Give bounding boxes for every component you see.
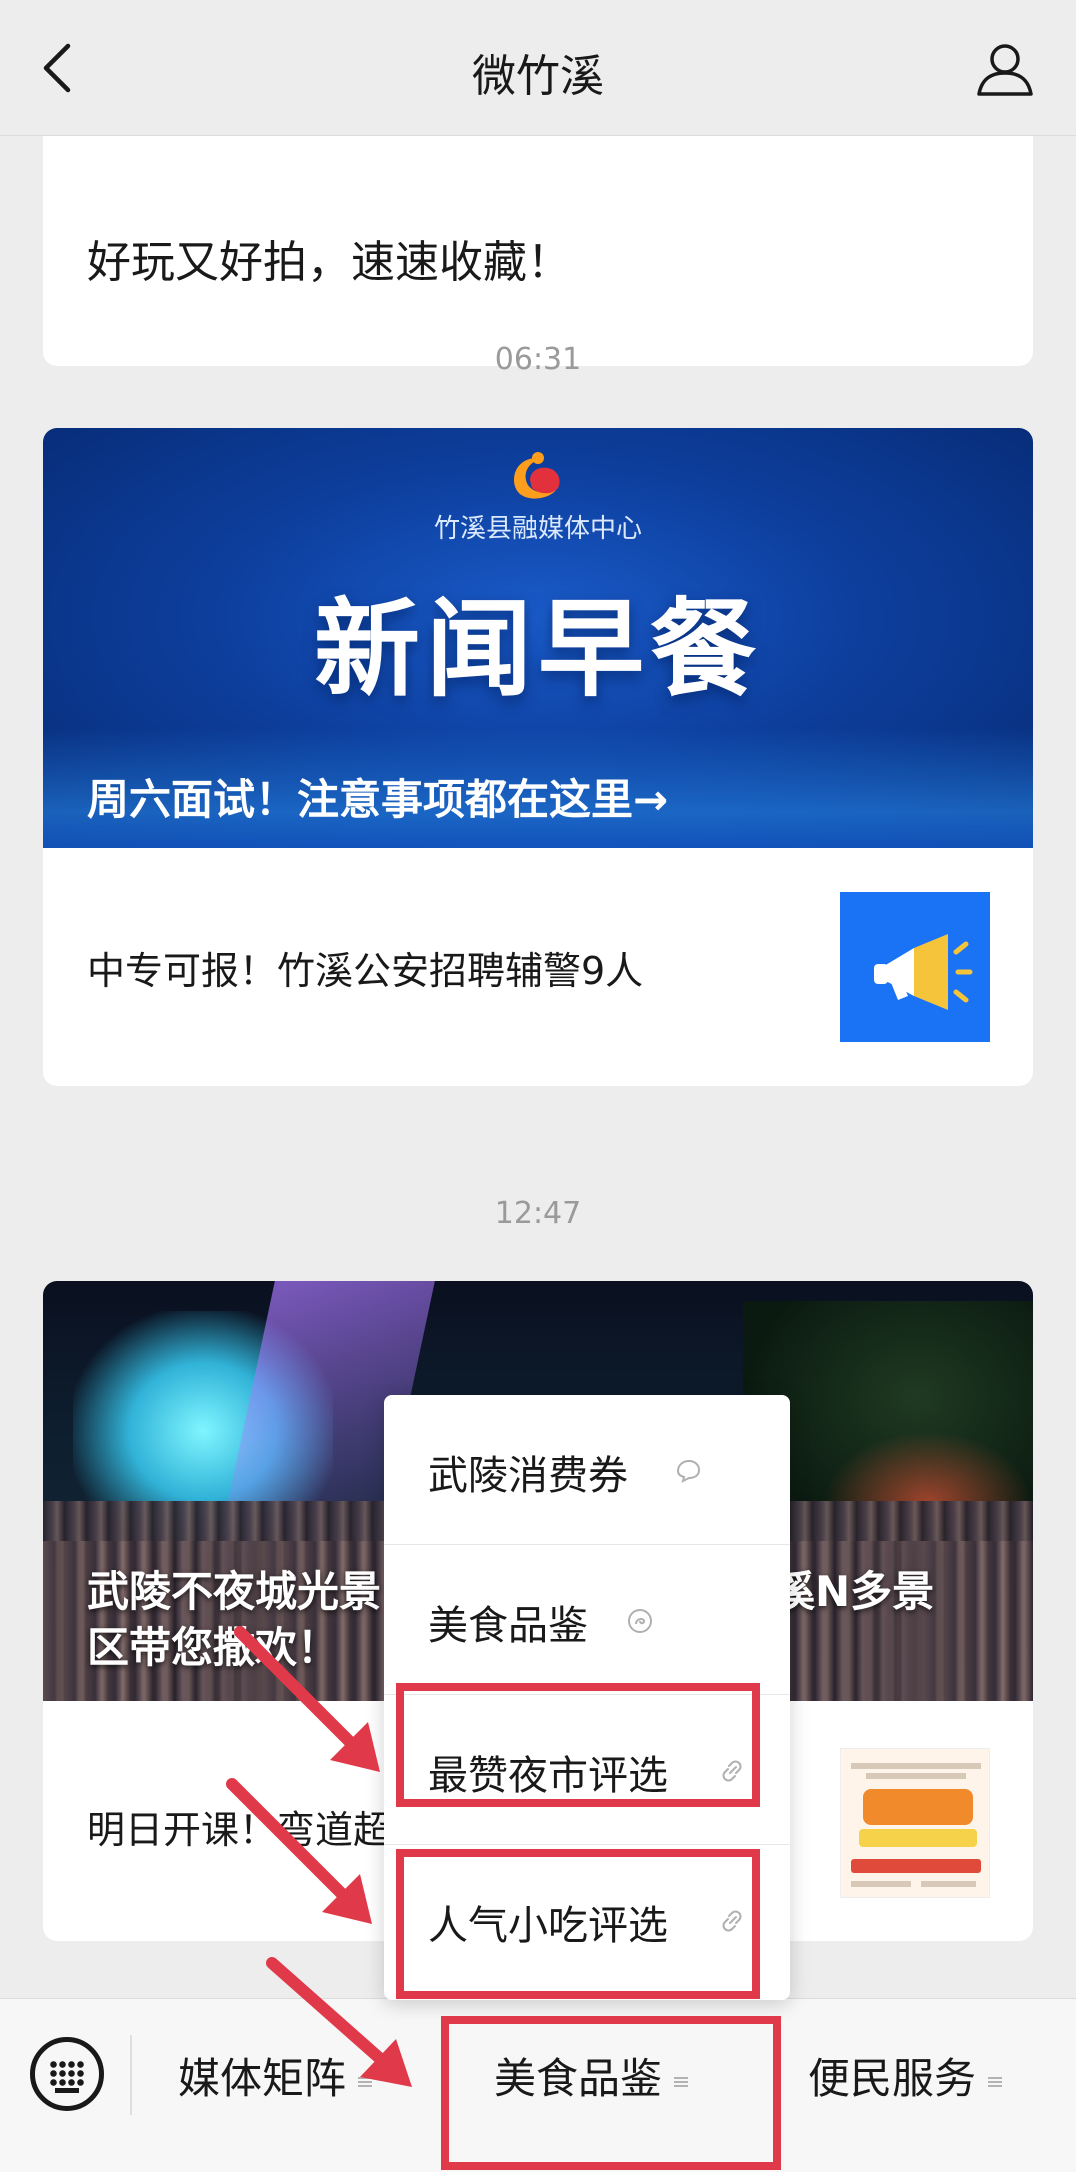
profile-icon[interactable] [976,40,1034,98]
menu-tab-services[interactable]: 便民服务 [808,2045,1003,2105]
caption-part: 武陵不夜城光景 [87,1567,382,1616]
article-title: 周六面试！注意事项都在这里→ [87,775,669,824]
poster-line [851,1881,911,1887]
poster-date-shape [851,1859,981,1873]
page-title: 微竹溪 [472,51,604,102]
mini-program-icon [628,1609,652,1633]
submenu-item-coupon[interactable]: 武陵消费券 [384,1395,790,1545]
article-title: 中专可报！竹溪公安招聘辅警9人 [87,949,644,993]
divider [130,2035,132,2115]
message-timestamp: 12:47 [494,1196,582,1231]
organization-name: 竹溪县融媒体中心 [433,514,642,544]
cover-image[interactable]: 竹溪县融媒体中心 新闻早餐 周六面试！注意事项都在这里→ [43,428,1033,848]
mini-program-icon [676,1459,701,1483]
keyboard-spacebar [55,2088,79,2093]
article-card[interactable]: 竹溪县融媒体中心 新闻早餐 周六面试！注意事项都在这里→ 中专可报！竹溪公安招聘… [43,428,1033,1086]
highlight-box [396,1683,760,1807]
highlight-box [441,2016,781,2170]
poster-line [851,1763,981,1769]
article-list-item[interactable]: 中专可报！竹溪公安招聘辅警9人 [43,848,1033,1086]
poster-line [921,1881,976,1887]
red-arrow-icon [266,1957,412,2087]
keyboard-toggle-icon[interactable] [30,2037,104,2111]
submenu-indicator-icon [988,2076,1003,2087]
top-bar: 微竹溪 [0,0,1076,136]
message-timestamp: 06:31 [494,342,582,377]
keyboard-keys [49,2060,85,2086]
article-card[interactable]: 好玩又好拍，速速收藏！ [43,136,1033,366]
poster-sub-shape [859,1829,977,1847]
course-poster-thumbnail [840,1748,990,1898]
submenu-item-label: 美食品鉴 [428,1603,588,1649]
poster-line [866,1773,966,1779]
highlight-box [396,1849,760,1999]
red-arrow-icon [234,1626,380,1772]
megaphone-thumbnail [840,892,990,1042]
article-summary: 好玩又好拍，速速收藏！ [87,237,571,288]
media-center-logo-icon [514,452,560,499]
submenu-item-label: 武陵消费券 [428,1453,628,1499]
submenu-item-food-review[interactable]: 美食品鉴 [384,1545,790,1695]
banner-title: 新闻早餐 [314,588,762,711]
poster-headline-shape [863,1789,973,1825]
red-arrow-icon [226,1778,372,1924]
menu-tab-label: 便民服务 [808,2054,977,2103]
